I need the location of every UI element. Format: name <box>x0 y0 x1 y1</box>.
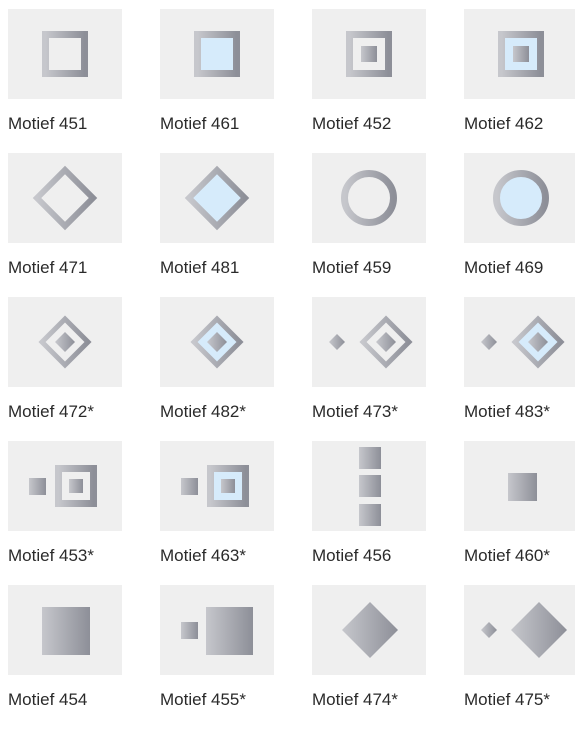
motif-thumbnail <box>464 153 575 243</box>
small-and-large-solid-squares-icon <box>181 607 253 655</box>
motif-thumbnail <box>464 297 575 387</box>
motif-label: Motief 456 <box>312 546 392 565</box>
motif-label: Motief 453* <box>8 546 94 565</box>
motif-label: Motief 463* <box>160 546 246 565</box>
motif-tile[interactable]: Motief 460* <box>464 441 575 585</box>
motif-tile[interactable]: Motief 459 <box>312 153 426 297</box>
small-solid-square-icon <box>508 473 537 501</box>
three-stacked-squares-icon <box>359 447 381 526</box>
motif-thumbnail <box>8 153 122 243</box>
motif-thumbnail <box>8 441 122 531</box>
motif-thumbnail <box>464 9 575 99</box>
small-square-and-filled-square-frame-icon <box>181 465 249 507</box>
motif-tile[interactable]: Motief 462 <box>464 9 575 153</box>
motif-tile[interactable]: Motief 472* <box>8 297 122 441</box>
small-diamond-and-diamond-frame-icon <box>329 315 413 369</box>
filled-square-icon <box>194 31 240 77</box>
motif-label: Motief 475* <box>464 690 550 709</box>
motif-thumbnail <box>312 585 426 675</box>
motif-tile[interactable]: Motief 474* <box>312 585 426 729</box>
motif-tile[interactable]: Motief 461 <box>160 9 274 153</box>
motif-thumbnail <box>8 585 122 675</box>
small-and-large-solid-diamonds-icon <box>481 602 567 658</box>
motif-thumbnail <box>8 297 122 387</box>
motif-label: Motief 474* <box>312 690 398 709</box>
motif-label: Motief 462 <box>464 114 544 133</box>
motif-label: Motief 454 <box>8 690 88 709</box>
motif-label: Motief 460* <box>464 546 550 565</box>
motif-tile[interactable]: Motief 469 <box>464 153 575 297</box>
motif-tile[interactable]: Motief 482* <box>160 297 274 441</box>
motif-label: Motief 481 <box>160 258 240 277</box>
motif-thumbnail <box>464 585 575 675</box>
motif-tile[interactable]: Motief 451 <box>8 9 122 153</box>
motif-label: Motief 471 <box>8 258 88 277</box>
motif-label: Motief 455* <box>160 690 246 709</box>
small-diamond-and-filled-diamond-frame-icon <box>481 315 565 369</box>
motif-thumbnail <box>312 9 426 99</box>
motif-thumbnail <box>312 297 426 387</box>
motif-label: Motief 483* <box>464 402 550 421</box>
motif-tile[interactable]: Motief 456 <box>312 441 426 585</box>
motif-thumbnail <box>8 9 122 99</box>
solid-diamond-icon <box>342 602 398 658</box>
motif-tile[interactable]: Motief 452 <box>312 9 426 153</box>
motif-tile[interactable]: Motief 455* <box>160 585 274 729</box>
motif-thumbnail <box>312 153 426 243</box>
motif-label: Motief 451 <box>8 114 88 133</box>
filled-diamond-with-inner-diamond-icon <box>190 315 244 369</box>
motif-label: Motief 482* <box>160 402 246 421</box>
filled-circle-icon <box>493 170 549 226</box>
filled-square-with-inner-square-icon <box>498 31 544 77</box>
motif-label: Motief 472* <box>8 402 94 421</box>
motif-tile[interactable]: Motief 463* <box>160 441 274 585</box>
motif-label: Motief 469 <box>464 258 544 277</box>
motif-tile[interactable]: Motief 475* <box>464 585 575 729</box>
hollow-circle-icon <box>341 170 397 226</box>
motif-thumbnail <box>160 297 274 387</box>
motif-thumbnail <box>464 441 575 531</box>
motif-thumbnail <box>160 585 274 675</box>
small-square-and-square-frame-icon <box>29 465 97 507</box>
motif-tile[interactable]: Motief 454 <box>8 585 122 729</box>
motif-thumbnail <box>160 153 274 243</box>
motif-thumbnail <box>160 441 274 531</box>
motif-grid: Motief 451 Motief 461 Motief 452 Motief … <box>8 9 575 729</box>
motif-label: Motief 452 <box>312 114 392 133</box>
motif-thumbnail <box>312 441 426 531</box>
motif-thumbnail <box>160 9 274 99</box>
motif-tile[interactable]: Motief 453* <box>8 441 122 585</box>
motif-label: Motief 461 <box>160 114 240 133</box>
motif-tile[interactable]: Motief 481 <box>160 153 274 297</box>
filled-diamond-icon <box>184 165 250 231</box>
diamond-with-inner-diamond-icon <box>38 315 92 369</box>
motif-tile[interactable]: Motief 483* <box>464 297 575 441</box>
motif-label: Motief 473* <box>312 402 398 421</box>
hollow-diamond-icon <box>32 165 98 231</box>
motif-tile[interactable]: Motief 473* <box>312 297 426 441</box>
hollow-square-icon <box>42 31 88 77</box>
large-solid-square-icon <box>42 607 90 655</box>
motif-tile[interactable]: Motief 471 <box>8 153 122 297</box>
square-with-inner-square-icon <box>346 31 392 77</box>
motif-label: Motief 459 <box>312 258 392 277</box>
